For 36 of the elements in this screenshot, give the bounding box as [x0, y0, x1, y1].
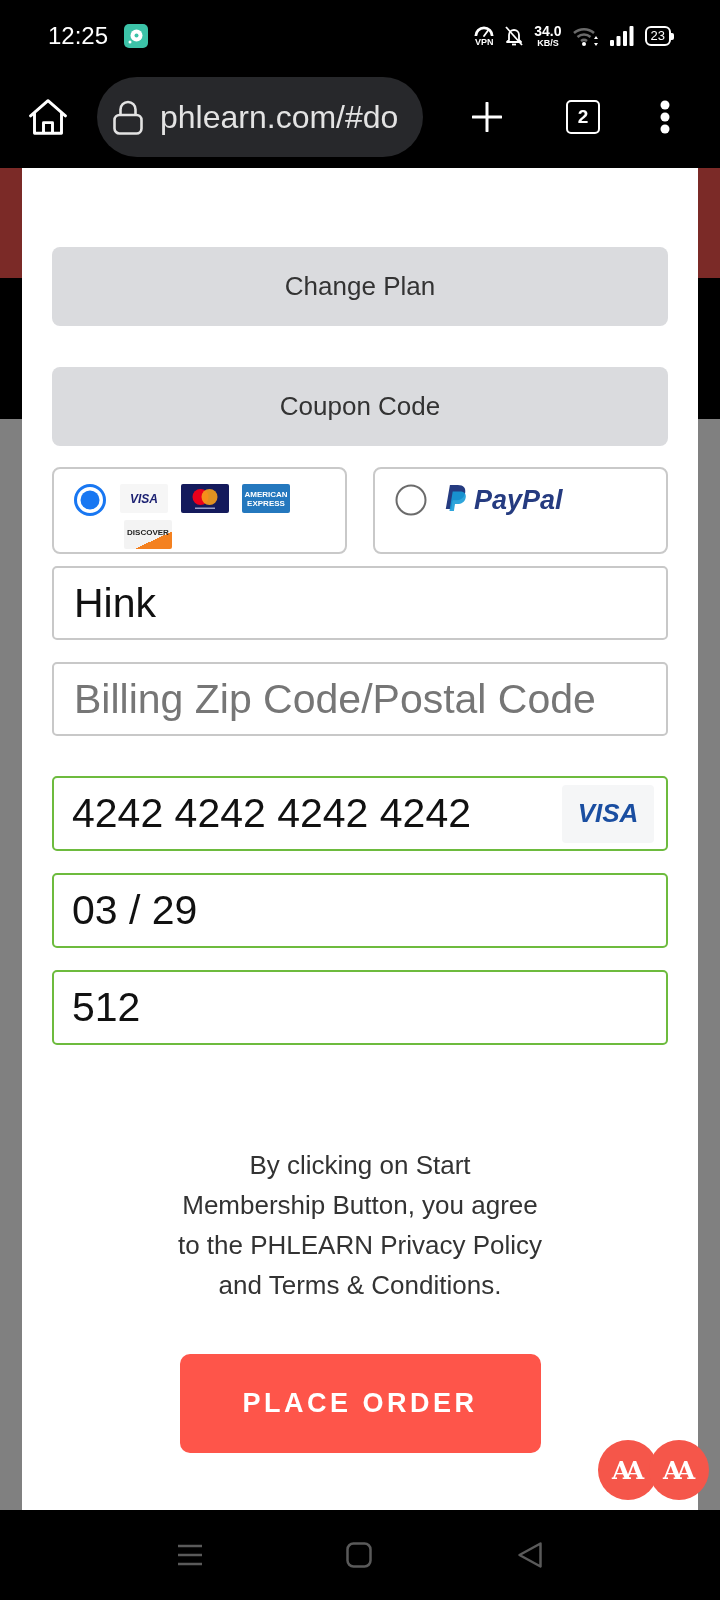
card-logo-icon: [181, 484, 229, 513]
more-options-icon[interactable]: [660, 100, 670, 134]
wifi-icon: [572, 26, 599, 46]
text-input-field[interactable]: Billing Zip Code/Postal Code: [52, 662, 668, 736]
text-input-field[interactable]: Hink: [52, 566, 668, 640]
back-icon[interactable]: [517, 1541, 543, 1569]
card-input-field[interactable]: 512: [52, 970, 668, 1045]
speed-gauge-icon: [474, 25, 495, 37]
radio-button[interactable]: [395, 484, 427, 516]
payment-logo-icon: [443, 484, 467, 512]
card-input-field[interactable]: 4242 4242 4242 4242 VISA: [52, 776, 668, 851]
tab-switcher-button[interactable]: 2: [566, 100, 600, 134]
clock-time: 12:25: [48, 22, 109, 50]
network-speed-unit: KB/S: [537, 38, 559, 48]
app-notification-icon: [124, 24, 149, 48]
address-bar[interactable]: phlearn.com/#do: [97, 77, 423, 157]
network-speed-value: 34.0: [534, 24, 562, 38]
card-input-field[interactable]: 03 / 29: [52, 873, 668, 948]
payment-option[interactable]: VISA AMERICAN EXPRESS DISCOVER: [52, 467, 347, 554]
card-brand-logo: VISA: [562, 784, 654, 843]
change-plan-button[interactable]: Change Plan: [52, 247, 668, 326]
muted-bell-icon: [505, 26, 524, 46]
card-logo: VISA: [120, 484, 168, 513]
recent-apps-icon[interactable]: [177, 1544, 203, 1566]
radio-button[interactable]: [74, 484, 106, 516]
lock-icon: [112, 99, 144, 135]
card-logo: AMERICAN EXPRESS: [242, 484, 290, 513]
coupon-code-button[interactable]: Coupon Code: [52, 367, 668, 446]
payment-option[interactable]: PayPal: [373, 467, 668, 554]
card-logo: DISCOVER: [124, 520, 172, 549]
terms-notice: By clicking on Start Membership Button, you agree to the PHLEARN Privacy Policy and Terms & Conditions.: [176, 1149, 544, 1302]
battery-indicator: 23: [644, 26, 674, 46]
signal-icon: [609, 26, 634, 46]
payment-method-label: PayPal: [474, 484, 563, 516]
plus-icon[interactable]: [472, 102, 502, 132]
vpn-label: VPN: [475, 37, 494, 47]
